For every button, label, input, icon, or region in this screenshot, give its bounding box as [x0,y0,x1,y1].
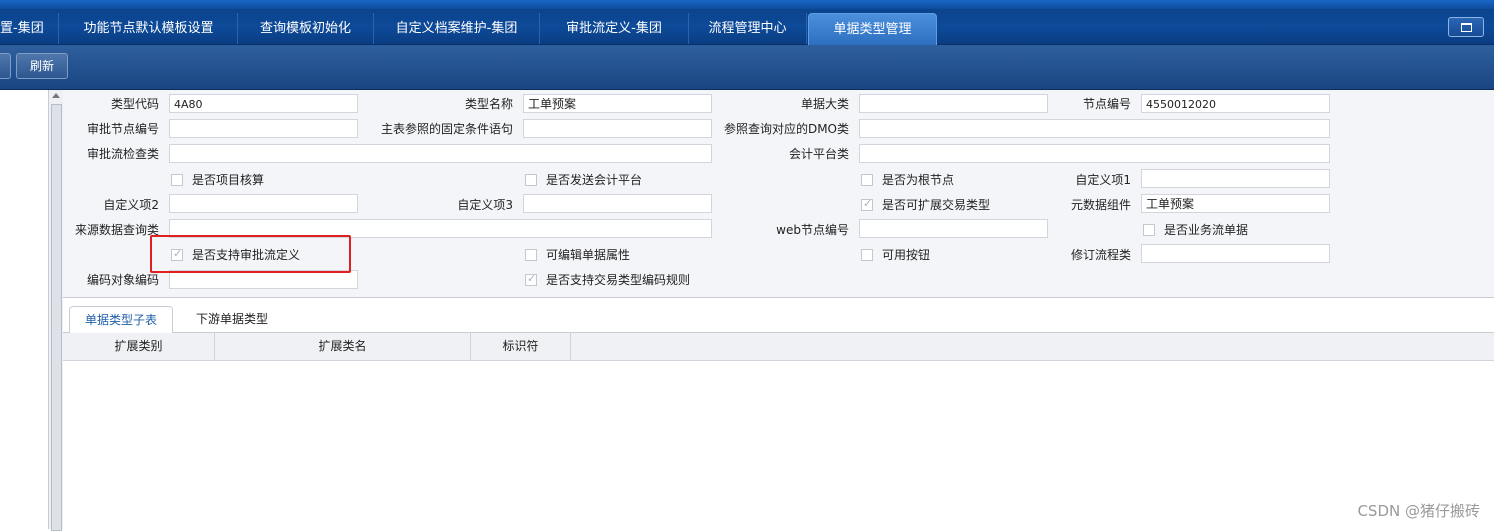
send-accounting-checkbox[interactable] [525,174,537,186]
column-header-ext-classname[interactable]: 扩展类名 [215,333,471,360]
type-code-input[interactable]: 4A80 [169,94,358,113]
approve-node-code-input[interactable] [169,119,358,138]
root-node-checkbox[interactable] [861,174,873,186]
watermark: CSDN @猪仔搬砖 [1357,502,1480,520]
label-project-accounting: 是否项目核算 [192,173,265,187]
label-available-button: 可用按钮 [882,248,931,262]
label-type-name: 类型名称 [464,97,513,111]
bill-category-input[interactable] [859,94,1048,113]
approve-check-class-input[interactable] [169,144,712,163]
tab-bar: 置-集团 功能节点默认模板设置 查询模板初始化 自定义档案维护-集团 审批流定义… [0,0,1494,45]
label-custom1: 自定义项1 [1075,173,1131,187]
tab-bill-type-manage[interactable]: 单据类型管理 [808,13,937,45]
web-node-code-input[interactable] [859,219,1048,238]
label-business-flow: 是否业务流单据 [1164,223,1249,237]
label-metadata-component: 元数据组件 [1070,198,1131,212]
editable-attr-checkbox[interactable] [525,249,537,261]
revise-flow-class-input[interactable] [1141,244,1330,263]
label-editable-attr: 可编辑单据属性 [546,248,631,262]
left-tree-pane [0,90,49,529]
label-send-accounting: 是否发送会计平台 [546,173,643,187]
label-type-code: 类型代码 [110,97,159,111]
tab-process-center[interactable]: 流程管理中心 [689,13,807,44]
custom2-input[interactable] [169,194,358,213]
available-button-checkbox[interactable] [861,249,873,261]
business-flow-checkbox[interactable] [1143,224,1155,236]
accounting-platform-class-input[interactable] [859,144,1330,163]
project-accounting-checkbox[interactable] [171,174,183,186]
trade-encode-rule-checkbox[interactable] [525,272,537,286]
left-scrollbar[interactable] [48,90,64,531]
toolbar-prev-button[interactable] [0,53,11,79]
main-ref-condition-input[interactable] [523,119,712,138]
label-approve-check-class: 审批流检查类 [86,147,159,161]
tab-bar-top-strip [0,0,1494,9]
tab-default-template[interactable]: 功能节点默认模板设置 [60,13,238,44]
tab-downstream-bill-type[interactable]: 下游单据类型 [181,306,283,332]
restore-icon [1461,23,1472,32]
label-accounting-platform-class: 会计平台类 [788,147,849,161]
tab-custom-archive[interactable]: 自定义档案维护-集团 [374,13,540,44]
label-custom3: 自定义项3 [457,198,513,212]
toolbar: 刷新 [0,45,1494,90]
type-name-input[interactable]: 工单预案 [523,94,712,113]
column-header-identifier[interactable]: 标识符 [471,333,571,360]
extend-trade-checkbox[interactable] [861,197,873,211]
custom1-input[interactable] [1141,169,1330,188]
highlight-box [150,235,351,273]
label-revise-flow-class: 修订流程类 [1070,248,1131,262]
label-extend-trade: 是否可扩展交易类型 [882,198,991,212]
table-body [63,361,1494,529]
node-code-input[interactable]: 4550012020 [1141,94,1330,113]
label-custom2: 自定义项2 [103,198,159,212]
tab-group-config[interactable]: 置-集团 [0,13,59,44]
tab-approve-flow-def[interactable]: 审批流定义-集团 [540,13,689,44]
restore-window-button[interactable] [1448,17,1484,37]
label-ref-query-dmo: 参照查询对应的DMO类 [723,122,849,136]
label-root-node: 是否为根节点 [882,173,955,187]
custom3-input[interactable] [523,194,712,213]
label-node-code: 节点编号 [1082,97,1131,111]
tab-query-template-init[interactable]: 查询模板初始化 [238,13,374,44]
label-bill-category: 单据大类 [800,97,849,111]
scroll-up-icon[interactable] [52,93,60,98]
ref-query-dmo-input[interactable] [859,119,1330,138]
tab-bill-type-subtable[interactable]: 单据类型子表 [69,306,173,334]
label-source-query-class: 来源数据查询类 [74,223,159,237]
label-encode-object: 编码对象编码 [86,273,159,287]
refresh-button[interactable]: 刷新 [16,53,68,79]
label-web-node-code: web节点编号 [776,223,849,237]
label-approve-node-code: 审批节点编号 [86,122,159,136]
column-header-ext-category[interactable]: 扩展类别 [63,333,215,360]
table-header: 扩展类别 扩展类名 标识符 [63,333,1494,361]
metadata-component-input[interactable]: 工单预案 [1141,194,1330,213]
scrollbar-thumb[interactable] [51,104,62,531]
label-main-ref-condition: 主表参照的固定条件语句 [380,122,513,136]
label-trade-encode-rule: 是否支持交易类型编码规则 [546,273,691,287]
subtab-bar: 单据类型子表 下游单据类型 [63,298,1494,334]
